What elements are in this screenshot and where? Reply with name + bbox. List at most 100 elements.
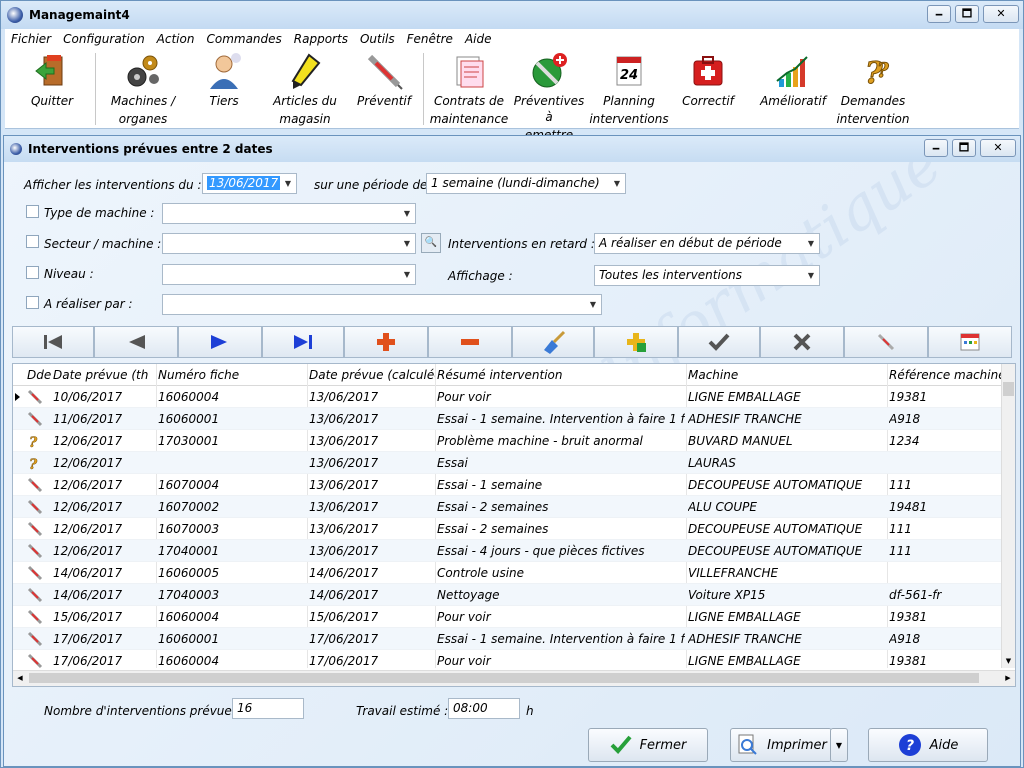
menu-configuration[interactable]: Configuration [57, 32, 151, 46]
table-row[interactable]: 12/06/2017 16070002 13/06/2017 Essai - 2 se… [13, 496, 1003, 518]
realiser-par-select[interactable]: ▼ [162, 294, 602, 315]
nb-interventions-field[interactable]: 16 [232, 698, 304, 719]
table-row[interactable]: 12/06/2017 17040001 13/06/2017 Essai - 4 jo… [13, 540, 1003, 562]
toolbar-quitter-button[interactable]: Quitter [19, 51, 85, 127]
table-row[interactable]: 12/06/2017 16070003 13/06/2017 Essai - 2 se… [13, 518, 1003, 540]
header-dde[interactable]: Dde [27, 364, 51, 386]
cell-machine: Voiture XP15 [688, 588, 766, 602]
niveau-select[interactable]: ▼ [162, 264, 416, 285]
toolbar-correctif-button[interactable]: Correctif [675, 51, 741, 127]
secteur-dropdown-icon[interactable]: ▼ [399, 234, 415, 253]
child-minimize-button[interactable]: 🗕 [924, 139, 948, 157]
niveau-checkbox[interactable] [26, 266, 39, 279]
table-row[interactable]: 14/06/2017 16060005 14/06/2017 Controle usi… [13, 562, 1003, 584]
header-reference[interactable]: Référence machine [889, 364, 1001, 386]
duplicate-record-button[interactable] [594, 326, 678, 358]
scroll-left-icon[interactable]: ◀ [13, 671, 27, 686]
cell-reference: 111 [889, 544, 912, 558]
child-maximize-button[interactable]: 🗖 [952, 139, 976, 157]
header-resume[interactable]: Résumé intervention [437, 364, 685, 386]
toolbar-contrats-button[interactable]: Contrats de maintenance [429, 51, 509, 127]
table-row[interactable]: 11/06/2017 16060001 13/06/2017 Essai - 1 se… [13, 408, 1003, 430]
aide-button[interactable]: ? Aide [868, 728, 988, 762]
toolbar-articles-button[interactable]: Articles du magasin [267, 51, 343, 127]
secteur-search-button[interactable]: 🔍 [421, 233, 441, 253]
retard-select[interactable]: A réaliser en début de période ▼ [594, 233, 820, 254]
menu-aide[interactable]: Aide [459, 32, 498, 46]
cell-resume: Controle usine [437, 566, 525, 580]
table-row[interactable]: 17/06/2017 16060004 17/06/2017 Pour voir LIG… [13, 650, 1003, 672]
toolbar-machines-button[interactable]: Machines / organes [105, 51, 181, 127]
periode-dropdown-icon[interactable]: ▼ [609, 174, 625, 193]
secteur-select[interactable]: ▼ [162, 233, 416, 254]
secteur-checkbox[interactable] [26, 235, 39, 248]
vertical-scrollbar[interactable]: ▼ [1001, 364, 1015, 668]
toolbar-tiers-button[interactable]: Tiers [191, 51, 257, 127]
table-row[interactable]: 15/06/2017 16060004 15/06/2017 Pour voir LIG… [13, 606, 1003, 628]
realiser-par-dropdown-icon[interactable]: ▼ [585, 295, 601, 314]
realiser-par-checkbox[interactable] [26, 296, 39, 309]
niveau-dropdown-icon[interactable]: ▼ [399, 265, 415, 284]
previous-record-button[interactable] [94, 326, 178, 358]
cell-resume: Essai - 1 semaine. Intervention à faire … [437, 412, 685, 426]
affichage-dropdown-icon[interactable]: ▼ [803, 266, 819, 285]
validate-button[interactable] [678, 326, 760, 358]
menu-commandes[interactable]: Commandes [200, 32, 287, 46]
cell-date-prevue: 14/06/2017 [53, 588, 123, 602]
imprimer-button[interactable]: Imprimer [730, 728, 832, 762]
toolbar-planning-button[interactable]: 24 Planning interventions [589, 51, 669, 127]
menu-outils[interactable]: Outils [354, 32, 401, 46]
table-row[interactable]: 12/06/2017 16070004 13/06/2017 Essai - 1 se… [13, 474, 1003, 496]
fermer-button[interactable]: Fermer [588, 728, 708, 762]
scroll-down-icon[interactable]: ▼ [1002, 654, 1015, 668]
table-row[interactable]: 10/06/2017 16060004 13/06/2017 Pour voir LIG… [13, 386, 1003, 408]
toolbar-demandes-button[interactable]: ? ? Demandes intervention [833, 51, 913, 127]
menu-rapports[interactable]: Rapports [288, 32, 354, 46]
app-icon [7, 7, 23, 23]
hscroll-thumb[interactable] [29, 673, 979, 683]
next-record-button[interactable] [178, 326, 262, 358]
calendar-button[interactable] [928, 326, 1012, 358]
toolbar-preventif-button[interactable]: Préventif [351, 51, 417, 127]
menu-action[interactable]: Action [151, 32, 201, 46]
affichage-select[interactable]: Toutes les interventions ▼ [594, 265, 820, 286]
edit-record-button[interactable] [512, 326, 594, 358]
menu-fenetre[interactable]: Fenêtre [401, 32, 459, 46]
delete-record-button[interactable] [428, 326, 512, 358]
scroll-right-icon[interactable]: ▶ [1001, 671, 1015, 686]
child-close-button[interactable]: ✕ [980, 139, 1016, 157]
child-app-icon [10, 143, 22, 155]
table-row[interactable]: 17/06/2017 16060001 17/06/2017 Essai - 1 se… [13, 628, 1003, 650]
type-machine-select[interactable]: ▼ [162, 203, 416, 224]
header-machine[interactable]: Machine [688, 364, 886, 386]
header-date-calculee[interactable]: Date prévue (calculée) [309, 364, 435, 386]
cancel-edit-button[interactable] [760, 326, 844, 358]
last-record-button[interactable] [262, 326, 344, 358]
type-machine-dropdown-icon[interactable]: ▼ [399, 204, 415, 223]
preventive-button[interactable] [844, 326, 928, 358]
cell-reference: 19481 [889, 500, 928, 514]
date-picker[interactable]: 13/06/2017 ▼ [202, 173, 297, 194]
scroll-thumb[interactable] [1003, 382, 1014, 396]
toolbar-preventives-emettre-button[interactable]: Préventives à emettre [509, 51, 589, 142]
first-record-button[interactable] [12, 326, 94, 358]
minimize-button[interactable]: 🗕 [927, 5, 951, 23]
imprimer-dropdown-button[interactable]: ▼ [830, 728, 848, 762]
retard-dropdown-icon[interactable]: ▼ [803, 234, 819, 253]
cell-date-prevue: 15/06/2017 [53, 610, 123, 624]
periode-select[interactable]: 1 semaine (lundi-dimanche) ▼ [426, 173, 626, 194]
horizontal-scrollbar[interactable]: ◀ ▶ [13, 670, 1015, 686]
header-date-prevue[interactable]: Date prévue (th [53, 364, 157, 386]
date-dropdown-icon[interactable]: ▼ [280, 174, 296, 193]
add-record-button[interactable] [344, 326, 428, 358]
maximize-button[interactable]: 🗖 [955, 5, 979, 23]
table-row[interactable]: 14/06/2017 17040003 14/06/2017 Nettoyage Voi… [13, 584, 1003, 606]
toolbar-amelioratif-button[interactable]: Amélioratif [753, 51, 833, 127]
header-numero-fiche[interactable]: Numéro fiche [158, 364, 308, 386]
type-machine-checkbox[interactable] [26, 205, 39, 218]
menu-fichier[interactable]: Fichier [5, 32, 57, 46]
close-window-button[interactable]: ✕ [983, 5, 1019, 23]
travail-field[interactable]: 08:00 [448, 698, 520, 719]
table-row[interactable]: ? 12/06/2017 17030001 13/06/2017 Problème ma… [13, 430, 1003, 452]
table-row[interactable]: ? 12/06/2017 13/06/2017 Essai LAURAS [13, 452, 1003, 474]
